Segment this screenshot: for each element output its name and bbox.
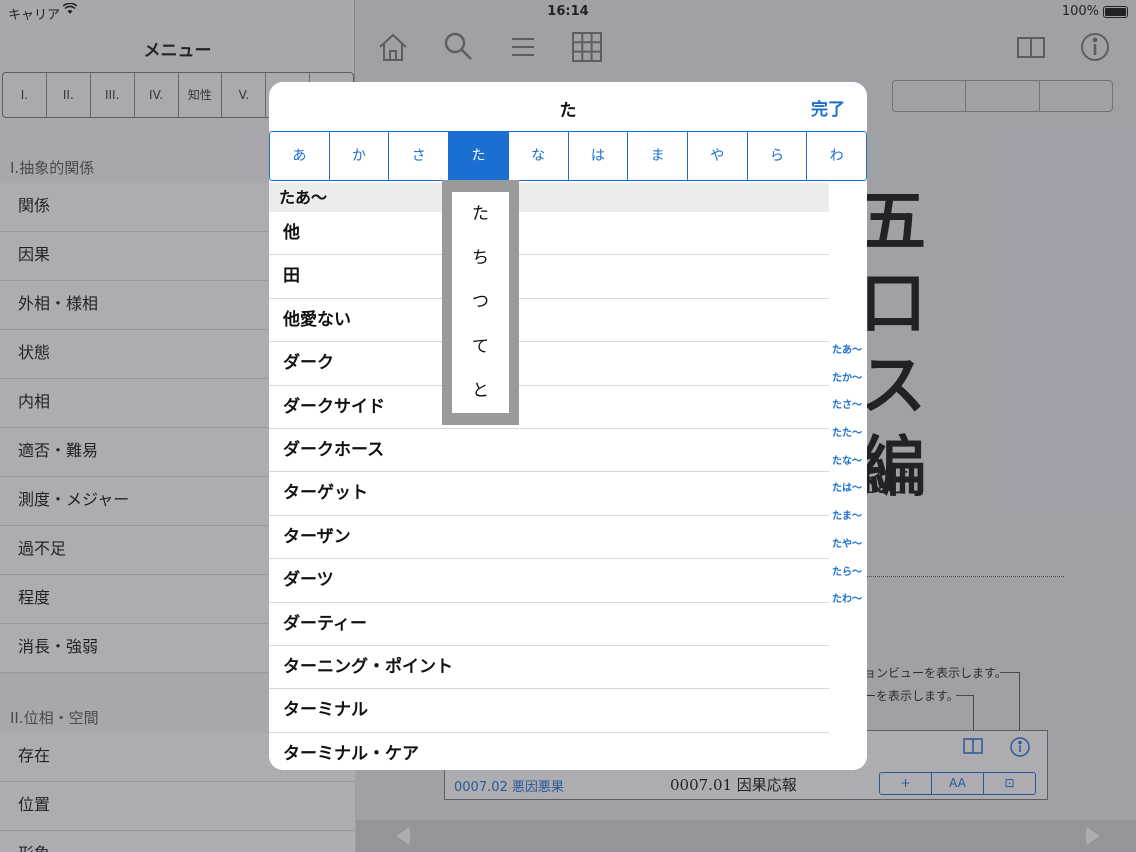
section-index-item[interactable]: たあ〜 bbox=[829, 344, 865, 372]
sub-kana-item[interactable]: と bbox=[452, 369, 509, 413]
word-row[interactable]: ダーティー bbox=[269, 603, 829, 646]
word-row[interactable]: ターゲット bbox=[269, 472, 829, 516]
section-index-item[interactable]: たや〜 bbox=[829, 538, 865, 566]
sub-kana-item[interactable]: つ bbox=[452, 280, 509, 324]
section-index-item[interactable]: たら〜 bbox=[829, 566, 865, 594]
sub-kana-item[interactable]: て bbox=[452, 325, 509, 369]
sub-kana-item[interactable]: た bbox=[452, 192, 509, 236]
section-index-item[interactable]: たな〜 bbox=[829, 455, 865, 483]
kana-tab-ta[interactable]: た bbox=[449, 132, 509, 180]
section-index: たあ〜 たか〜 たさ〜 たた〜 たな〜 たは〜 たま〜 たや〜 たら〜 たわ〜 bbox=[829, 344, 865, 621]
word-row[interactable]: 田 bbox=[269, 255, 829, 299]
kana-tab-bar: あ か さ た な は ま や ら わ bbox=[269, 131, 867, 181]
word-row[interactable]: ターミナル bbox=[269, 689, 829, 733]
word-row[interactable]: ターミナル・ケア bbox=[269, 733, 829, 770]
kana-tab-ka[interactable]: か bbox=[330, 132, 390, 180]
kana-tab-ha[interactable]: は bbox=[569, 132, 629, 180]
kana-tab-ra[interactable]: ら bbox=[748, 132, 808, 180]
kana-tab-ya[interactable]: や bbox=[688, 132, 748, 180]
word-row[interactable]: ターニング・ポイント bbox=[269, 646, 829, 690]
word-row[interactable]: ターザン bbox=[269, 516, 829, 560]
kana-tab-na[interactable]: な bbox=[509, 132, 569, 180]
section-index-item[interactable]: たま〜 bbox=[829, 510, 865, 538]
popover-title: た bbox=[559, 101, 577, 121]
section-index-item[interactable]: たは〜 bbox=[829, 482, 865, 510]
word-row[interactable]: ダーク bbox=[269, 342, 829, 386]
kana-index-popover: た 完了 あ か さ た な は ま や ら わ たあ〜 他 田 他愛ない ダー… bbox=[269, 82, 867, 770]
section-index-item[interactable]: たわ〜 bbox=[829, 593, 865, 621]
section-index-item[interactable]: たた〜 bbox=[829, 427, 865, 455]
section-header: たあ〜 bbox=[269, 183, 829, 212]
kana-tab-a[interactable]: あ bbox=[270, 132, 330, 180]
word-row[interactable]: 他愛ない bbox=[269, 299, 829, 343]
kana-tab-ma[interactable]: ま bbox=[628, 132, 688, 180]
word-row[interactable]: ダークホース bbox=[269, 429, 829, 473]
sub-kana-item[interactable]: ち bbox=[452, 236, 509, 280]
word-list: 他 田 他愛ない ダーク ダークサイド ダークホース ターゲット ターザン ダー… bbox=[269, 212, 829, 770]
section-index-item[interactable]: たさ〜 bbox=[829, 399, 865, 427]
kana-tab-sa[interactable]: さ bbox=[389, 132, 450, 180]
done-button[interactable]: 完了 bbox=[811, 95, 845, 120]
kana-tab-wa[interactable]: わ bbox=[807, 132, 866, 180]
word-row[interactable]: ダークサイド bbox=[269, 386, 829, 429]
word-row[interactable]: 他 bbox=[269, 212, 829, 256]
section-index-item[interactable]: たか〜 bbox=[829, 372, 865, 400]
sub-kana-dropdown: た ち つ て と bbox=[442, 180, 519, 425]
word-row[interactable]: ダーツ bbox=[269, 559, 829, 603]
